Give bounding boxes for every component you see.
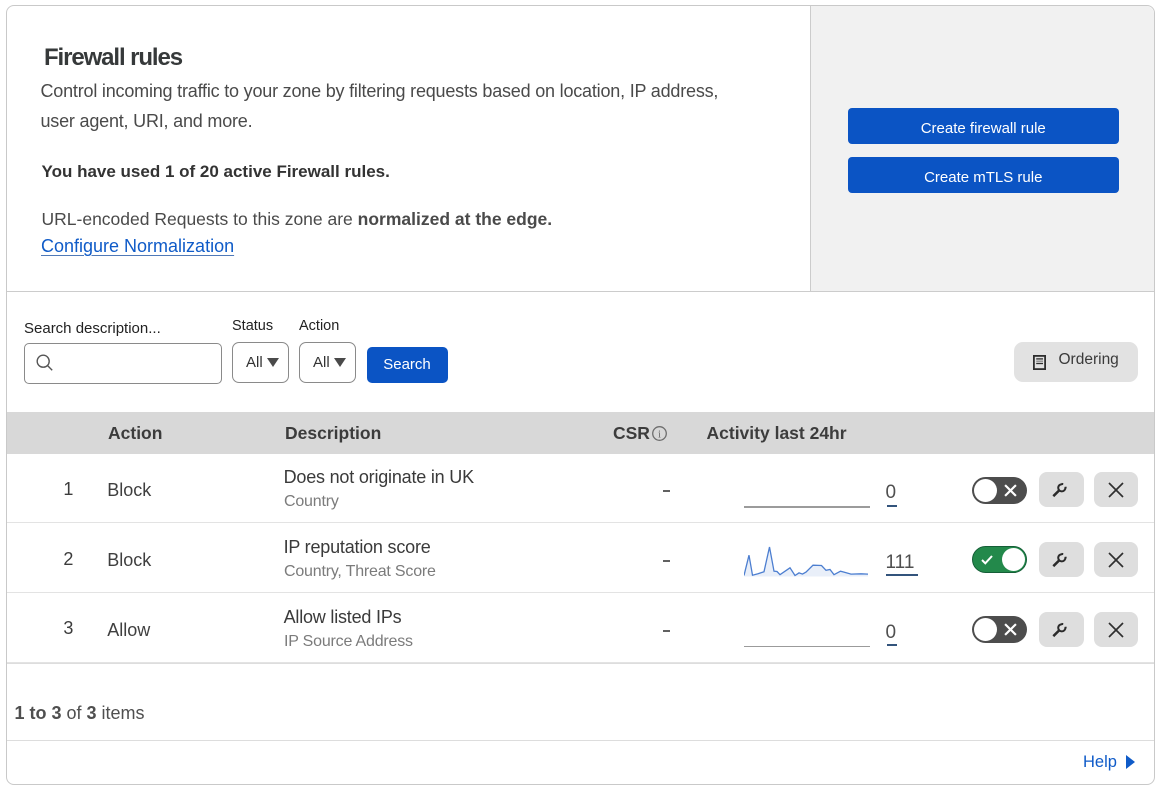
svg-text:i: i bbox=[658, 428, 661, 440]
